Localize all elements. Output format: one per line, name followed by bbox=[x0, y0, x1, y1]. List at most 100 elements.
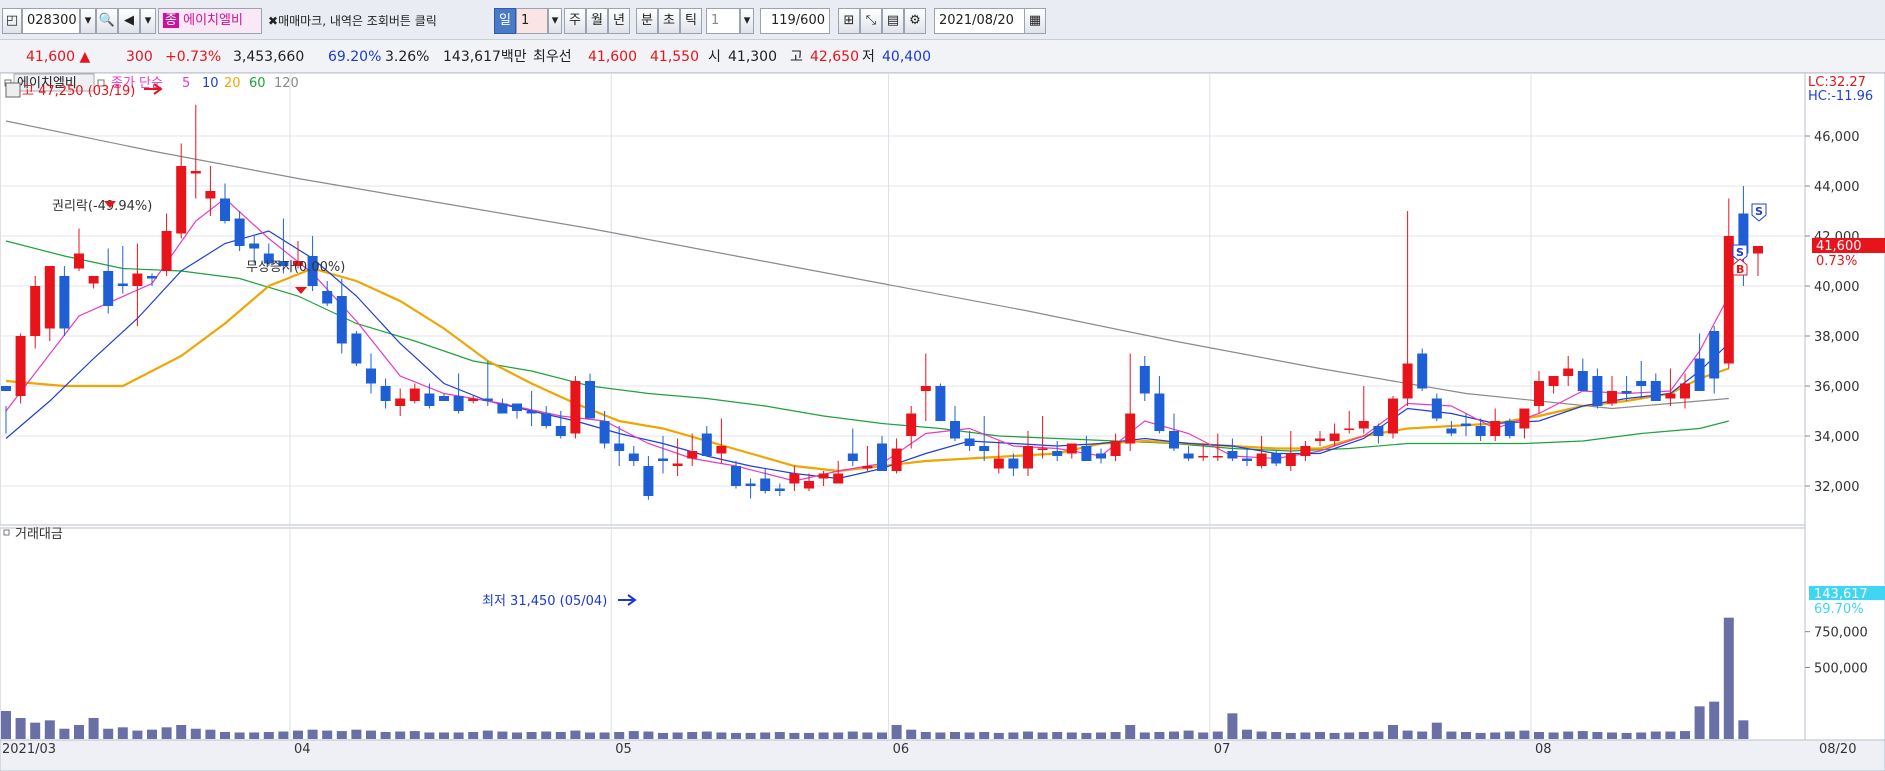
sound-icon[interactable]: ◀ bbox=[118, 8, 140, 34]
volume-bar bbox=[716, 732, 727, 739]
volume-bar bbox=[161, 727, 172, 739]
candle-body bbox=[1753, 246, 1763, 254]
candle-body bbox=[103, 271, 114, 306]
volume-bar bbox=[701, 731, 712, 739]
hc-label: HC:-11.96 bbox=[1808, 89, 1873, 104]
candle bbox=[1417, 348, 1428, 391]
volume-bar bbox=[117, 727, 128, 739]
volume-bar bbox=[44, 720, 55, 739]
volume-bar bbox=[833, 732, 844, 739]
price-tick-label: 36,000 bbox=[1814, 380, 1860, 395]
candle bbox=[59, 266, 70, 336]
bonus-issue-annotation: 무상증자(0.00%) bbox=[246, 260, 345, 275]
candle-body bbox=[993, 458, 1004, 469]
legend-ma-5: 5 bbox=[182, 76, 190, 91]
search-icon[interactable]: 🔍 bbox=[96, 8, 118, 34]
volume-bar bbox=[74, 725, 84, 739]
volume-bar bbox=[614, 732, 625, 739]
volume-bar bbox=[541, 731, 552, 739]
volume-bar bbox=[1139, 732, 1150, 739]
volume-bar bbox=[789, 732, 800, 739]
period-value-input[interactable]: 1 bbox=[516, 8, 548, 34]
candle-body bbox=[877, 443, 887, 471]
candle-body bbox=[1023, 446, 1033, 469]
volume-bar bbox=[1446, 731, 1457, 739]
candle-body bbox=[1519, 408, 1530, 429]
volume-bar bbox=[1358, 732, 1369, 739]
volume-bar bbox=[1110, 732, 1121, 739]
candle-body bbox=[512, 403, 522, 411]
save-icon[interactable]: ▤ bbox=[882, 8, 904, 34]
volume-bar bbox=[1636, 732, 1647, 739]
price-change: 300 bbox=[126, 49, 153, 65]
candle-body bbox=[117, 283, 128, 286]
tab-period-day[interactable]: 일 bbox=[494, 8, 516, 34]
tab-period-month[interactable]: 월 bbox=[586, 8, 608, 34]
sound-dropdown-icon[interactable]: ▾ bbox=[140, 8, 156, 34]
volume-bar bbox=[993, 732, 1004, 739]
table-icon[interactable] bbox=[5, 82, 21, 98]
volume-bar bbox=[1329, 732, 1340, 739]
candle-body bbox=[1066, 443, 1077, 454]
volume-bar bbox=[103, 728, 114, 739]
date-label: 07 bbox=[1214, 742, 1231, 757]
layout-icon[interactable]: ◰ bbox=[2, 8, 22, 34]
svg-text:S: S bbox=[1755, 205, 1763, 218]
ex-rights-annotation: 권리락(-49.94%) bbox=[52, 199, 152, 214]
candle-body bbox=[1096, 453, 1106, 459]
candle-body bbox=[950, 421, 960, 439]
volume-bar bbox=[920, 732, 931, 739]
volume-bar bbox=[1183, 730, 1194, 739]
tab-period-tick[interactable]: 틱 bbox=[680, 8, 702, 34]
tab-period-second[interactable]: 초 bbox=[658, 8, 680, 34]
tab-period-year[interactable]: 년 bbox=[608, 8, 630, 34]
candle-body bbox=[1607, 391, 1617, 404]
candle bbox=[1388, 396, 1398, 439]
candle-body bbox=[336, 296, 347, 344]
volume-bar bbox=[847, 731, 858, 739]
chart-tool-icon[interactable]: ⊞ bbox=[838, 8, 860, 34]
stock-code-dropdown-icon[interactable]: ▾ bbox=[80, 8, 96, 34]
settings-gear-icon[interactable]: ⚙ bbox=[904, 8, 926, 34]
volume-bar bbox=[1373, 731, 1384, 739]
volume-bar bbox=[818, 732, 829, 739]
volume-bar bbox=[1402, 730, 1413, 739]
candle-body bbox=[818, 473, 829, 479]
interval-value-input[interactable]: 1 bbox=[706, 8, 740, 34]
last-pct-label: 0.73% bbox=[1816, 254, 1857, 269]
draw-tool-icon[interactable]: ⤡ bbox=[860, 8, 882, 34]
volume-bar bbox=[1738, 720, 1749, 739]
open-label: 시 bbox=[708, 49, 721, 65]
date-label: 06 bbox=[893, 742, 910, 757]
candle-body bbox=[1198, 456, 1209, 458]
data-count-field[interactable]: 119/600 bbox=[760, 8, 830, 34]
volume-bar bbox=[760, 732, 771, 739]
volume-bar bbox=[205, 729, 216, 739]
volume-bar bbox=[1125, 725, 1136, 739]
stock-chart[interactable]: 46,00044,00042,00040,00038,00036,00034,0… bbox=[0, 73, 1885, 771]
period-dropdown-icon[interactable]: ▾ bbox=[548, 8, 562, 34]
volume-bar bbox=[1212, 731, 1223, 739]
volume-bar bbox=[366, 730, 376, 739]
calendar-icon[interactable]: ▦ bbox=[1024, 8, 1046, 34]
volume-bar bbox=[1519, 730, 1530, 739]
volume-bar bbox=[526, 732, 537, 739]
date-input[interactable]: 2021/08/20 bbox=[934, 8, 1026, 34]
candle-body bbox=[1139, 366, 1150, 394]
candle-body bbox=[176, 166, 187, 234]
volume-bar bbox=[263, 732, 274, 739]
candle-body bbox=[322, 291, 333, 304]
tab-period-minute[interactable]: 분 bbox=[636, 8, 658, 34]
candle-body bbox=[147, 276, 157, 279]
tab-period-week[interactable]: 주 bbox=[564, 8, 586, 34]
volume-bar bbox=[877, 732, 887, 739]
volume-bar bbox=[132, 730, 143, 739]
stock-code-input[interactable]: 028300 bbox=[22, 8, 80, 34]
candle-body bbox=[1344, 428, 1355, 430]
stock-name-field[interactable]: 종 에이치엘비 bbox=[158, 8, 262, 34]
candle-body bbox=[1417, 353, 1428, 389]
volume-bar bbox=[351, 729, 362, 739]
candle-body bbox=[672, 463, 683, 466]
interval-dropdown-icon[interactable]: ▾ bbox=[740, 8, 754, 34]
volume-bar bbox=[409, 731, 420, 739]
